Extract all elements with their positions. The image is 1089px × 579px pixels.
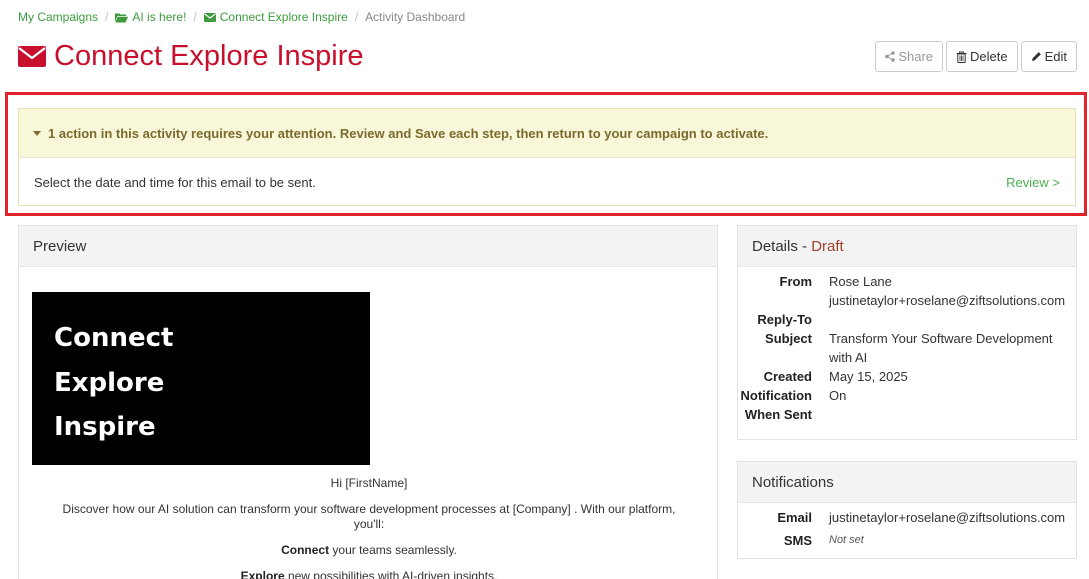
alert-header[interactable]: 1 action in this activity requires your … (19, 109, 1075, 158)
breadcrumb-label: Activity Dashboard (365, 10, 466, 24)
subject-value: Transform Your Software Development with … (812, 329, 1053, 367)
envelope-icon (203, 12, 216, 22)
page-header: Connect Explore Inspire (18, 40, 364, 73)
details-subject-row: Subject Transform Your Software Developm… (738, 329, 1078, 367)
created-value: May 15, 2025 (829, 369, 908, 384)
breadcrumb-label: My Campaigns (18, 10, 99, 24)
details-replyto-row: Reply-To (738, 310, 1078, 329)
status-badge: Draft (811, 237, 844, 255)
breadcrumb: My Campaigns / AI is here! / Connect Exp… (18, 10, 465, 24)
details-title: Details (752, 237, 798, 255)
details-header: Details - Draft (738, 226, 1076, 267)
page-title: Connect Explore Inspire (54, 40, 364, 72)
sms-value: Not set (829, 534, 864, 546)
from-email: justinetaylor+roselane@ziftsolutions.com (829, 293, 1066, 308)
subject-label: Subject (765, 331, 812, 346)
notifications-header: Notifications (738, 462, 1076, 503)
edit-button[interactable]: Edit (1020, 41, 1077, 72)
notification-label-line: Notification (740, 388, 813, 403)
breadcrumb-separator: / (105, 10, 109, 24)
details-notification-row: Notification When Sent On (738, 386, 1078, 424)
replyto-label: Reply-To (757, 312, 812, 327)
alert-heading: 1 action in this activity requires your … (48, 125, 769, 141)
breadcrumb-connect-explore-inspire[interactable]: Connect Explore Inspire (203, 10, 348, 24)
alert-body: Select the date and time for this email … (19, 158, 1075, 206)
breadcrumb-ai-is-here[interactable]: AI is here! (115, 10, 186, 24)
preview-panel: Preview Connect Explore Inspire Hi [Firs… (18, 225, 718, 579)
details-panel: Details - Draft From Rose Lane justineta… (737, 225, 1077, 440)
details-separator: - (797, 237, 812, 255)
review-link[interactable]: Review > (1006, 175, 1060, 190)
notification-label-line: When Sent (744, 407, 812, 422)
notifications-panel: Notifications Email justinetaylor+rosela… (737, 461, 1077, 559)
breadcrumb-separator: / (354, 10, 359, 24)
subject-line: Transform Your Software Development (829, 331, 1053, 346)
breadcrumb-label: AI is here! (132, 10, 187, 24)
from-label: From (779, 274, 813, 289)
email-bullet-connect: Connect your teams seamlessly. (19, 543, 719, 558)
from-name: Rose Lane (829, 274, 892, 289)
email-greeting: Hi [FirstName] (330, 476, 408, 490)
notifications-list: Email justinetaylor+roselane@ziftsolutio… (738, 508, 1078, 550)
email-label: Email (777, 510, 812, 525)
share-icon (885, 51, 896, 62)
sms-label: SMS (783, 533, 812, 548)
details-from-row: From Rose Lane (738, 272, 1078, 291)
envelope-icon (18, 46, 46, 67)
breadcrumb-my-campaigns[interactable]: My Campaigns (18, 10, 98, 24)
breadcrumb-separator: / (193, 10, 197, 24)
hero-line: Explore (54, 367, 165, 398)
breadcrumb-activity-dashboard: Activity Dashboard (365, 10, 465, 24)
bullet-text: new possibilities with AI-driven insight… (284, 569, 498, 579)
notification-label: Notification When Sent (738, 386, 813, 424)
notification-value: On (829, 388, 847, 403)
bullet-bold: Explore (240, 569, 285, 579)
email-hero-banner: Connect Explore Inspire (32, 292, 370, 465)
email-value: justinetaylor+roselane@ziftsolutions.com (829, 510, 1066, 525)
caret-down-icon (33, 130, 41, 136)
preview-header: Preview (19, 226, 717, 267)
folder-open-icon (115, 13, 129, 22)
hero-line: Connect (54, 323, 174, 353)
action-toolbar: Share Delete Edit (875, 41, 1077, 72)
notifications-email-row: Email justinetaylor+roselane@ziftsolutio… (738, 508, 1078, 527)
created-label: Created (763, 369, 812, 384)
subject-line: with AI (829, 350, 868, 365)
bullet-bold: Connect (281, 543, 330, 557)
delete-button[interactable]: Delete (946, 41, 1018, 72)
details-created-row: Created May 15, 2025 (738, 367, 1078, 386)
pencil-icon (1031, 52, 1041, 61)
bullet-text: your teams seamlessly. (329, 543, 457, 557)
alert-message: Select the date and time for this email … (34, 174, 316, 190)
notifications-sms-row: SMS Not set (738, 531, 1078, 550)
edit-button-label: Edit (1044, 49, 1067, 64)
details-list: From Rose Lane justinetaylor+roselane@zi… (738, 272, 1078, 424)
email-bullet-explore: Explore new possibilities with AI-driven… (19, 569, 719, 579)
share-button-label: Share (898, 49, 934, 64)
share-button[interactable]: Share (875, 41, 944, 72)
email-intro: Discover how our AI solution can transfo… (62, 502, 676, 531)
trash-icon (956, 51, 967, 63)
breadcrumb-label: Connect Explore Inspire (219, 10, 348, 24)
attention-alert: 1 action in this activity requires your … (18, 108, 1076, 206)
delete-button-label: Delete (970, 49, 1008, 64)
details-from-email-row: justinetaylor+roselane@ziftsolutions.com (738, 291, 1078, 310)
hero-line: Inspire (54, 412, 156, 442)
